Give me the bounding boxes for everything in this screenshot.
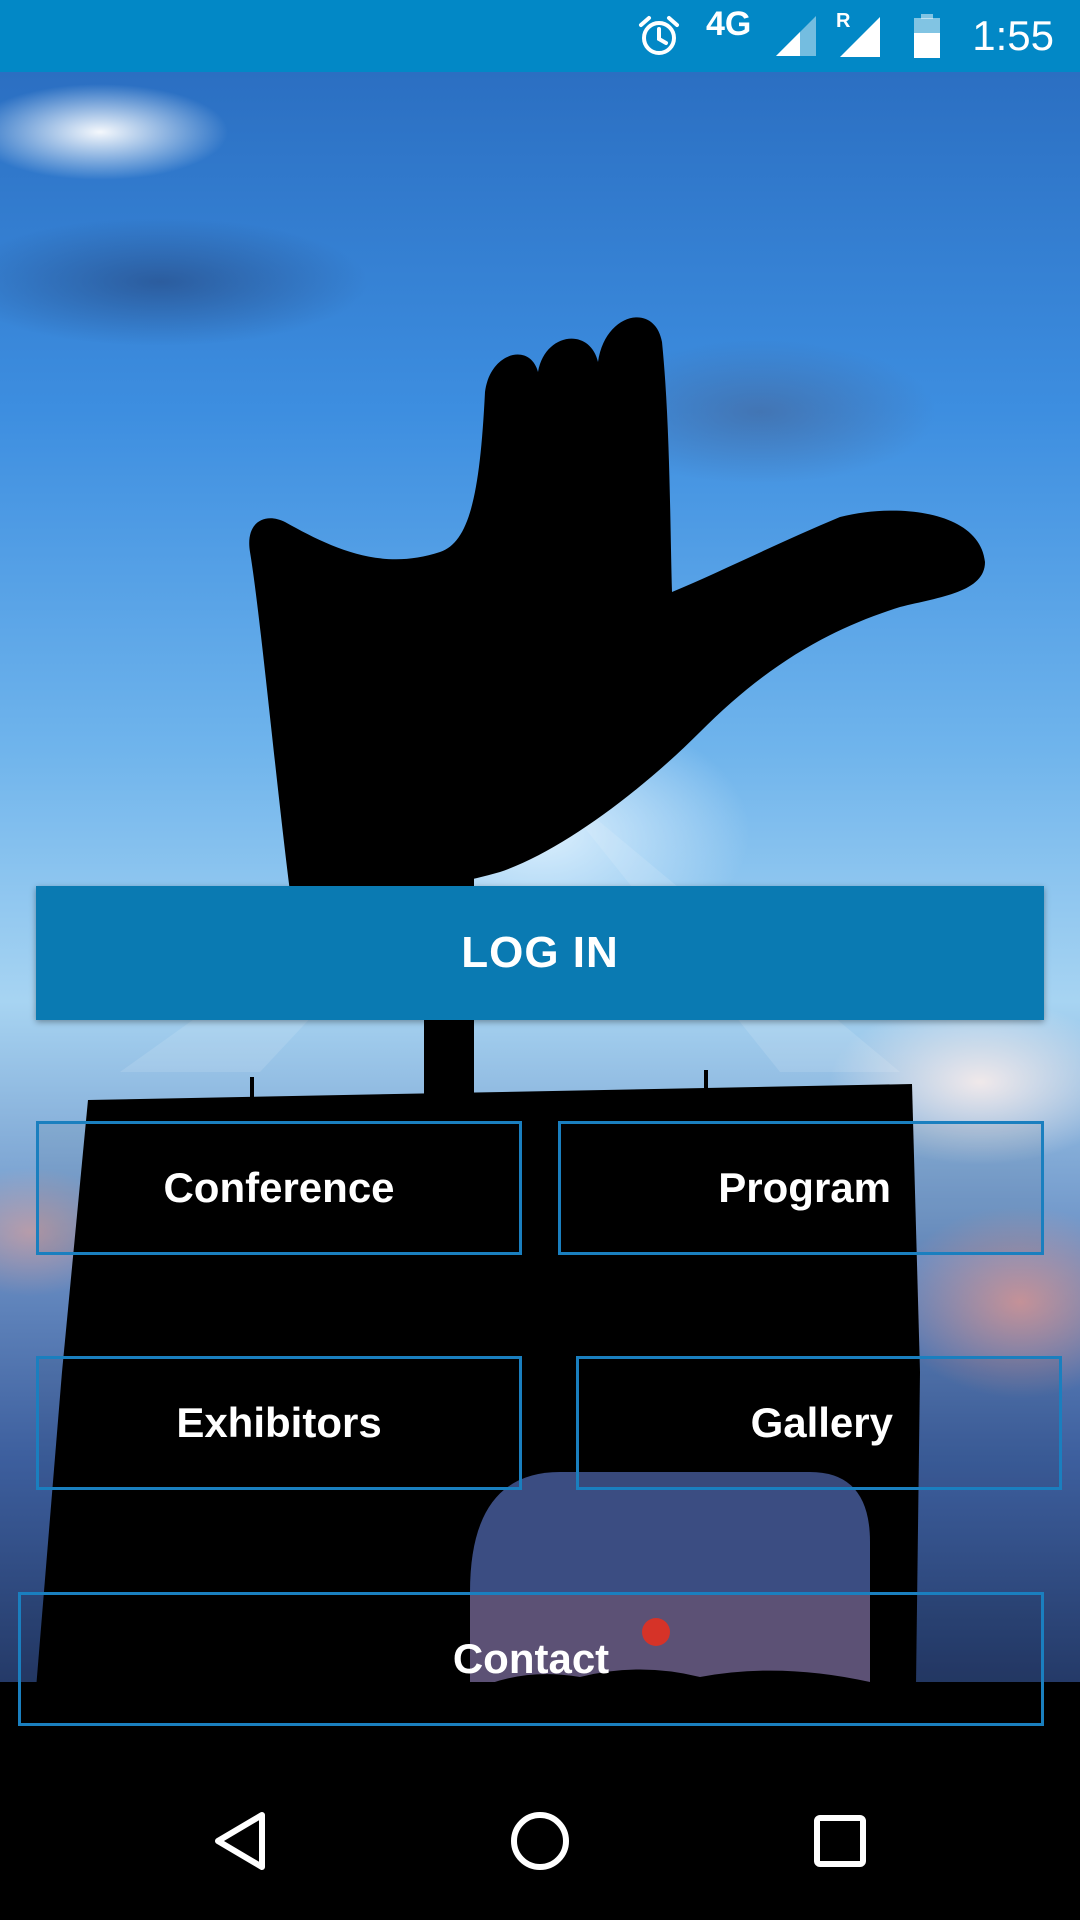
status-time: 1:55 — [972, 12, 1054, 59]
status-bar: 4G R 1:55 — [0, 0, 1080, 72]
navigation-bar — [0, 1762, 1080, 1920]
login-button[interactable]: LOG IN — [36, 886, 1044, 1020]
back-icon — [215, 1812, 265, 1870]
home-button[interactable] — [470, 1762, 610, 1920]
recents-button[interactable] — [770, 1762, 910, 1920]
recents-icon — [814, 1815, 866, 1867]
alarm-icon — [636, 0, 682, 72]
back-button[interactable] — [170, 1762, 310, 1920]
gallery-button[interactable]: Gallery — [576, 1356, 1062, 1490]
battery-icon — [912, 0, 942, 72]
roaming-label: R — [836, 10, 851, 32]
app-screen: 4G R 1:55 LOG IN Conference Program Exhi… — [0, 0, 1080, 1920]
conference-button[interactable]: Conference — [36, 1121, 522, 1255]
program-button[interactable]: Program — [558, 1121, 1044, 1255]
signal-icon — [774, 0, 818, 72]
roaming-signal-icon: R — [836, 0, 882, 72]
home-icon — [511, 1812, 569, 1870]
exhibitors-button[interactable]: Exhibitors — [36, 1356, 522, 1490]
network-type-label: 4G — [706, 4, 752, 43]
contact-button[interactable]: Contact — [18, 1592, 1044, 1726]
